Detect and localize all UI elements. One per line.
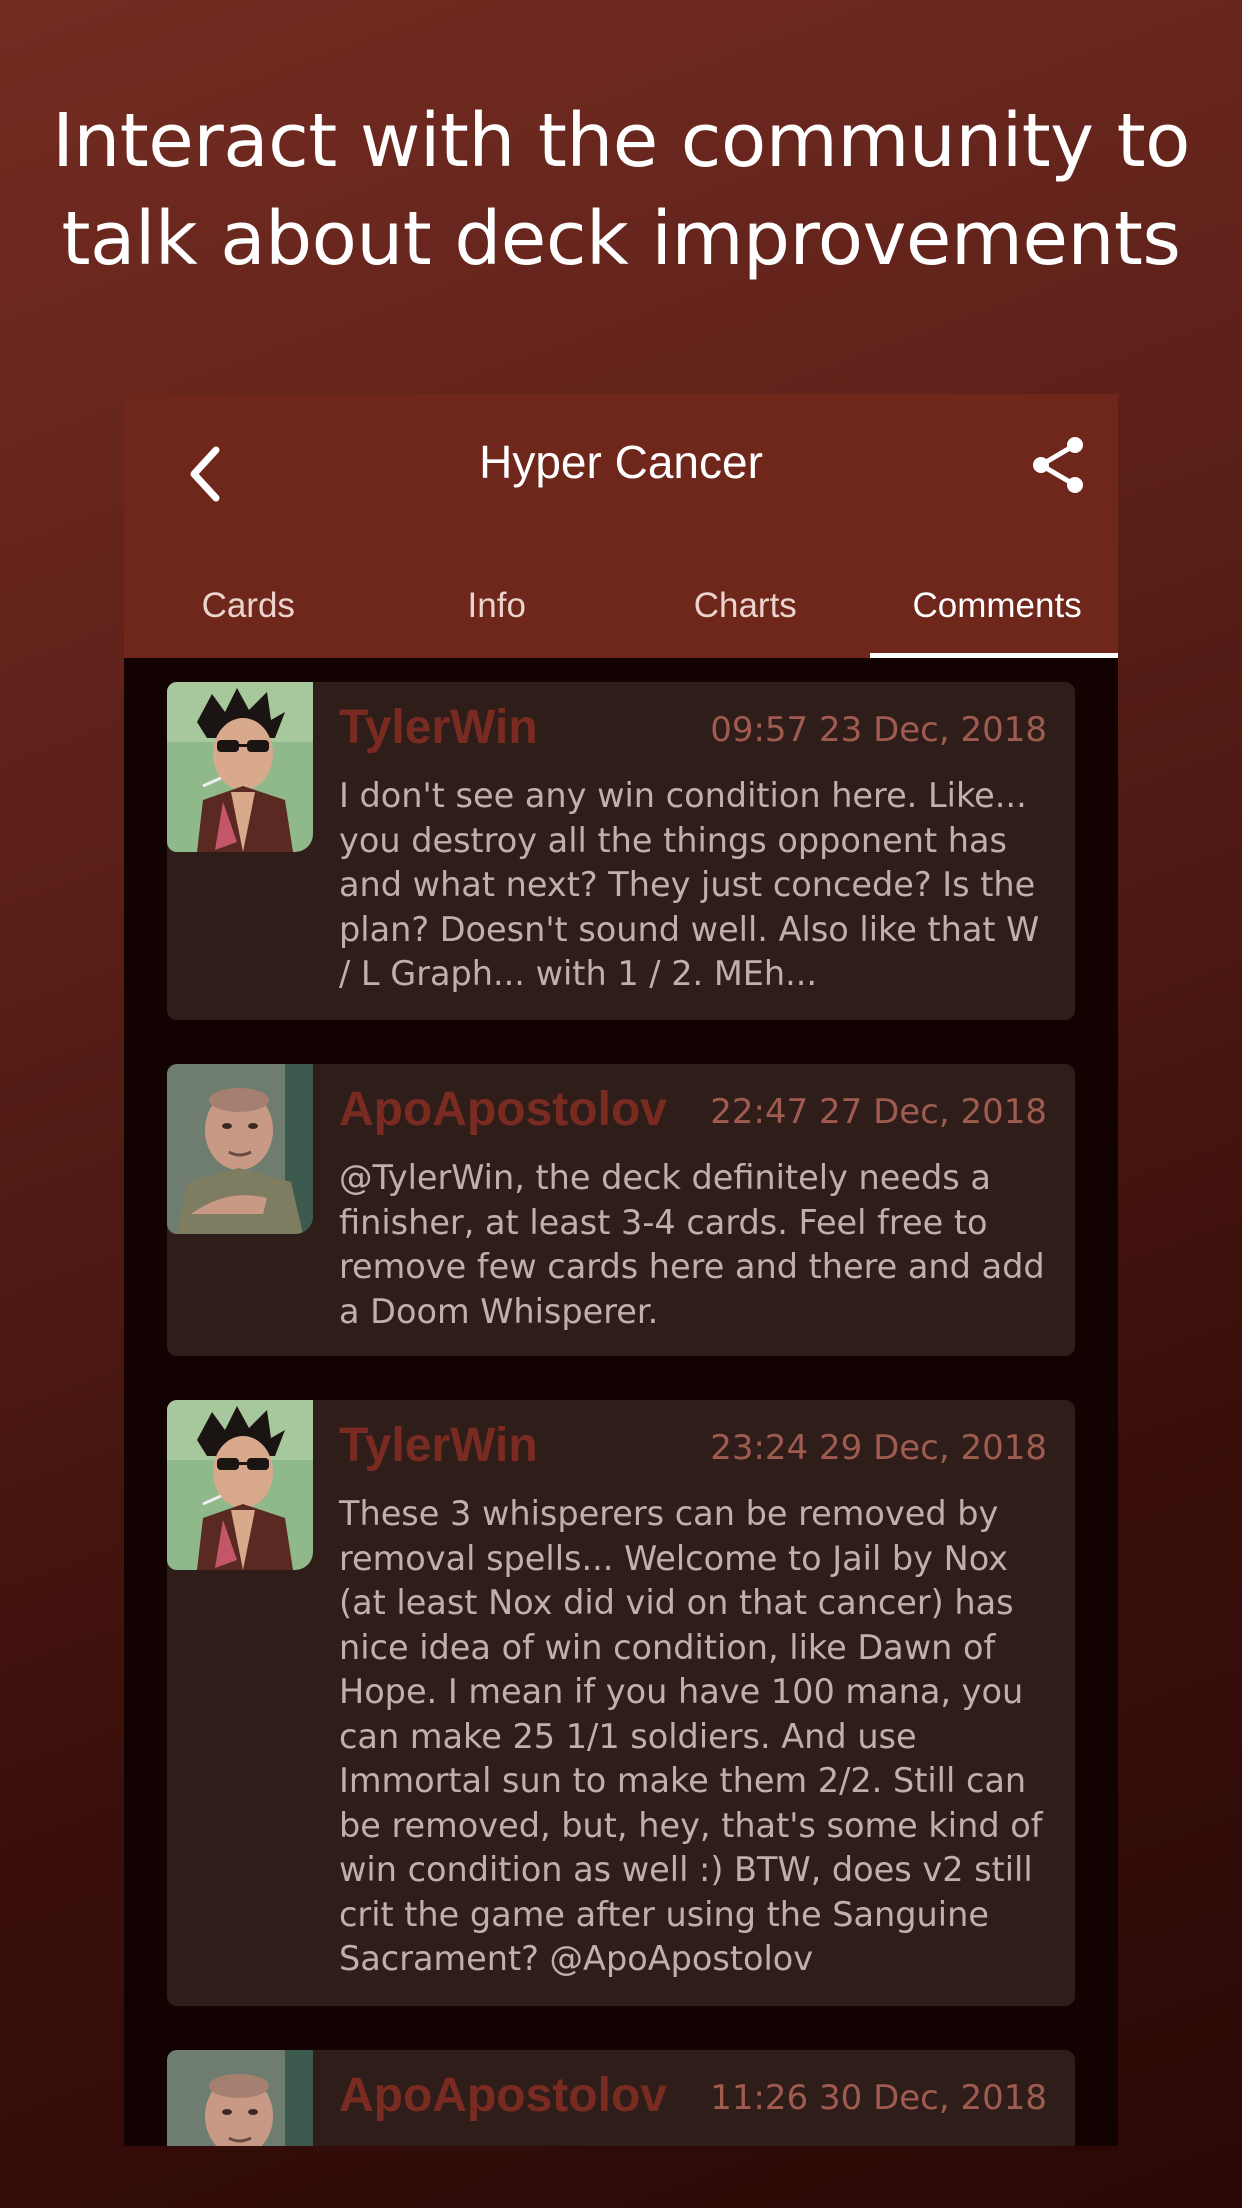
comment-date: 22:47 27 Dec, 2018 — [710, 1092, 1047, 1132]
tab-info[interactable]: Info — [373, 554, 622, 658]
comment-author[interactable]: ApoApostolov — [339, 1078, 667, 1142]
comment-card: TylerWin 09:57 23 Dec, 2018 I don't see … — [167, 682, 1075, 1020]
comment-card: TylerWin 23:24 29 Dec, 2018 These 3 whis… — [167, 1400, 1075, 2006]
tab-comments[interactable]: Comments — [869, 554, 1119, 658]
comment-author[interactable]: TylerWin — [339, 1414, 538, 1478]
avatar[interactable] — [167, 682, 313, 852]
page-title: Hyper Cancer — [479, 436, 763, 488]
comment-date: 11:26 30 Dec, 2018 — [710, 2078, 1047, 2118]
promo-headline: Interact with the community to talk abou… — [0, 92, 1242, 288]
comment-author[interactable]: TylerWin — [339, 696, 538, 760]
avatar[interactable] — [167, 1064, 313, 1234]
avatar-image — [167, 1064, 313, 1234]
tab-cards[interactable]: Cards — [124, 554, 373, 658]
comment-text: @TylerWin, the deck definitely needs a f… — [339, 1158, 1045, 1331]
comment-card: ApoApostolov 22:47 27 Dec, 2018 @TylerWi… — [167, 1064, 1075, 1356]
comment-card: ApoApostolov 11:26 30 Dec, 2018 — [167, 2050, 1075, 2146]
promo-headline-line-1: Interact with the community to — [52, 98, 1190, 184]
promo-headline-line-2: talk about deck improvements — [61, 196, 1181, 282]
tab-charts[interactable]: Charts — [621, 554, 870, 658]
avatar-image — [167, 682, 313, 852]
comment-author[interactable]: ApoApostolov — [339, 2064, 667, 2128]
share-button[interactable] — [1024, 430, 1094, 500]
avatar[interactable] — [167, 2050, 313, 2146]
share-icon — [1033, 437, 1083, 493]
tab-bar: Cards Info Charts Comments — [124, 554, 1118, 658]
comment-text: I don't see any win condition here. Like… — [339, 776, 1040, 993]
avatar-image — [167, 1400, 313, 1570]
app-bar: Hyper Cancer Cards Info Charts Comments — [124, 394, 1118, 658]
app-screen: Hyper Cancer Cards Info Charts Comments … — [124, 394, 1118, 2146]
avatar[interactable] — [167, 1400, 313, 1570]
avatar-image — [167, 2050, 313, 2146]
comment-text: These 3 whisperers can be removed by rem… — [339, 1494, 1043, 1978]
comment-date: 09:57 23 Dec, 2018 — [710, 710, 1047, 750]
comment-date: 23:24 29 Dec, 2018 — [710, 1428, 1047, 1468]
